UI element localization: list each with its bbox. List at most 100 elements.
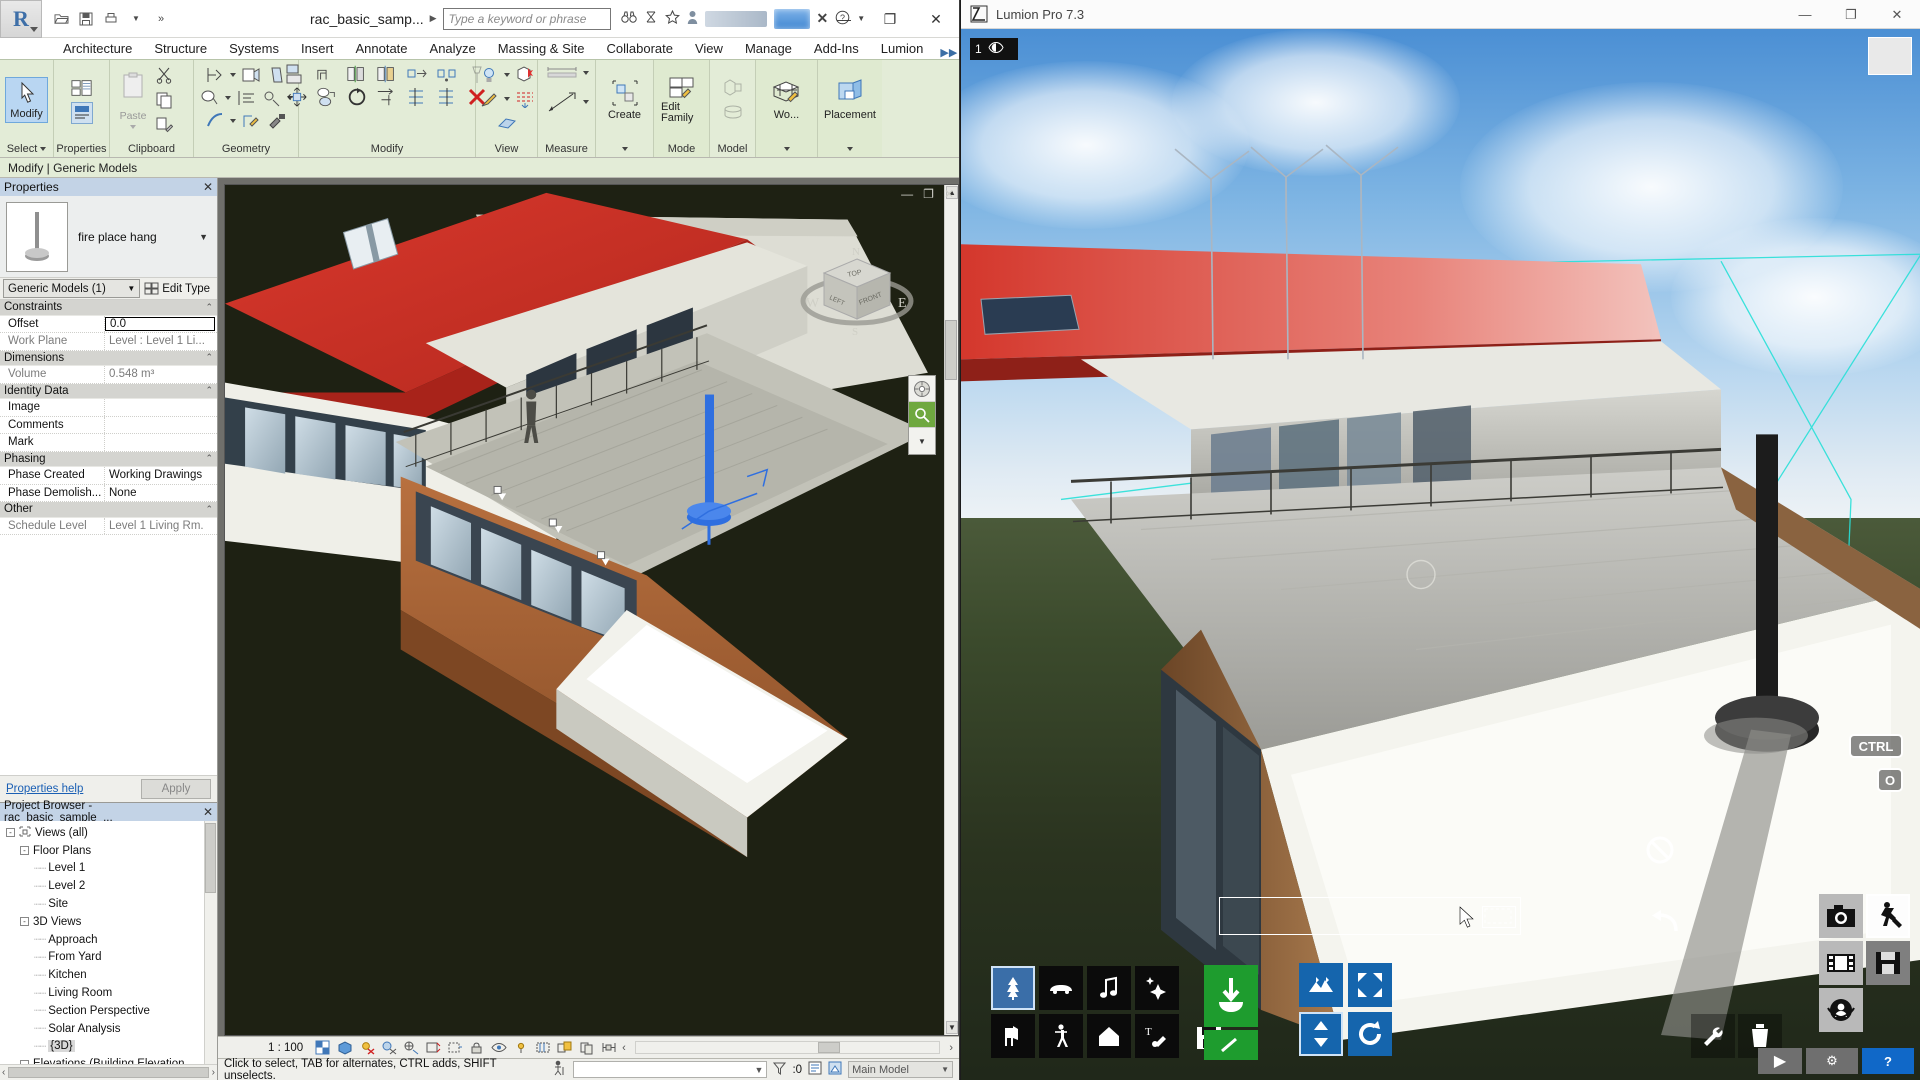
tree-item-level-1[interactable]: ┈┈ Level 1 <box>0 860 217 878</box>
account-name-label[interactable] <box>704 10 767 27</box>
analytical-model-icon[interactable] <box>534 1039 551 1056</box>
create-group-button[interactable]: Create <box>601 77 648 123</box>
tree-item-approach[interactable]: ┈┈ Approach <box>0 931 217 949</box>
tree-item-3d-views[interactable]: -3D Views <box>0 913 217 931</box>
transport-tab[interactable] <box>1039 966 1083 1010</box>
crop-region-icon[interactable] <box>424 1039 441 1056</box>
steering-wheel-icon[interactable] <box>909 376 935 402</box>
cut-icon[interactable] <box>153 64 175 86</box>
property-value[interactable]: 0.0 <box>105 316 215 331</box>
tree-item-kitchen[interactable]: ┈┈ Kitchen <box>0 966 217 984</box>
lumion-minimize-button[interactable]: — <box>1782 0 1828 29</box>
document-dropdown-icon[interactable]: ▶ <box>430 13 437 24</box>
qat-expand-icon[interactable]: » <box>150 8 172 30</box>
photo-mode-icon[interactable] <box>1819 894 1863 938</box>
tree-item-views-all[interactable]: - Views (all) <box>0 824 217 842</box>
copy-icon[interactable] <box>153 89 175 111</box>
mirror-draw-axis-icon[interactable] <box>376 63 398 85</box>
close-properties-icon[interactable]: ✕ <box>203 180 213 194</box>
hide-crop-icon[interactable] <box>446 1039 463 1056</box>
browser-horizontal-scrollbar[interactable]: ‹ › <box>0 1064 217 1080</box>
search-input[interactable]: Type a keyword or phrase <box>442 7 611 30</box>
effects-tab[interactable] <box>1135 966 1179 1010</box>
tree-expander-icon[interactable]: - <box>20 917 29 927</box>
model-in-place-icon[interactable] <box>722 76 744 98</box>
play-button[interactable]: ▶ <box>1758 1048 1802 1074</box>
tree-item-solar-analysis[interactable]: ┈┈ Solar Analysis <box>0 1020 217 1038</box>
marquee-select-icon[interactable] <box>1482 906 1516 928</box>
tab-add-ins[interactable]: Add-Ins <box>803 39 870 59</box>
copy-tool-icon[interactable] <box>316 86 338 108</box>
sound-tab[interactable] <box>1087 966 1131 1010</box>
tree-item-elevations-building-elevation[interactable]: -Elevations (Building Elevation <box>0 1055 217 1064</box>
tab-architecture[interactable]: Architecture <box>52 39 143 59</box>
scroll-down-icon[interactable]: ▼ <box>946 1021 958 1034</box>
tab-analyze[interactable]: Analyze <box>419 39 487 59</box>
measure-between-references-icon[interactable] <box>545 62 579 84</box>
align-icon[interactable] <box>235 87 257 109</box>
favorites-star-icon[interactable] <box>664 9 680 27</box>
people-tab[interactable] <box>1039 1014 1083 1058</box>
edit-profile-icon[interactable] <box>240 110 262 132</box>
minimize-button[interactable]: — <box>821 0 867 38</box>
property-value[interactable] <box>105 399 217 416</box>
project-browser-tree[interactable]: - Views (all) - Floor Plans ┈┈ Level 1 ┈┈ Level… <box>0 821 217 1064</box>
workset-selector[interactable]: Main Model ▼ <box>848 1061 953 1078</box>
collapse-icon[interactable]: ⌃ <box>205 453 217 464</box>
dimension-dropdown-icon[interactable] <box>582 100 589 104</box>
temporary-hide-isolate-icon[interactable] <box>490 1039 507 1056</box>
render-in-cloud-icon[interactable] <box>514 64 536 86</box>
help-button[interactable]: ? <box>1862 1048 1914 1074</box>
paint-icon[interactable] <box>199 87 221 109</box>
open-icon[interactable] <box>50 8 72 30</box>
help-community-icon[interactable] <box>644 10 658 27</box>
preview-thumbnail[interactable] <box>1868 37 1912 75</box>
visual-style-icon[interactable] <box>336 1039 353 1056</box>
extend-to-corner-icon[interactable] <box>376 86 398 108</box>
tab-annotate[interactable]: Annotate <box>344 39 418 59</box>
property-value[interactable] <box>105 434 217 451</box>
view-restore-icon[interactable]: ❐ <box>923 187 934 201</box>
movie-mode-icon[interactable] <box>1819 941 1863 985</box>
scroll-right-icon[interactable]: › <box>212 1067 215 1078</box>
close-button[interactable]: ✕ <box>913 0 959 38</box>
shadows-off-icon[interactable] <box>380 1039 397 1056</box>
viewport-vertical-scrollbar[interactable]: ▲ ▼ <box>944 185 958 1035</box>
no-entry-icon[interactable] <box>1645 835 1675 870</box>
tab-systems[interactable]: Systems <box>218 39 290 59</box>
trim-dropdown-icon[interactable] <box>230 119 236 123</box>
properties-palette-icon[interactable] <box>70 77 93 99</box>
view-close-icon[interactable]: ✕ <box>944 187 954 201</box>
placement-button[interactable]: Placement <box>822 77 878 123</box>
constraints-icon[interactable] <box>600 1039 617 1056</box>
wall-joins-icon[interactable] <box>266 110 288 132</box>
tab-structure[interactable]: Structure <box>143 39 218 59</box>
worksharing-display-icon[interactable] <box>578 1039 595 1056</box>
collapse-icon[interactable]: ⌃ <box>205 504 217 515</box>
property-mark[interactable]: Mark <box>0 434 217 452</box>
3d-viewport[interactable]: W E S N TOP LEFT FRONT ▼ — ❐ ✕ ▲ ▼ <box>224 184 959 1036</box>
rotate-tool-icon[interactable] <box>346 86 368 108</box>
split-face-icon[interactable] <box>266 64 288 86</box>
undo-icon[interactable] <box>1648 909 1680 940</box>
offset-tool-icon[interactable] <box>316 63 338 85</box>
edit-type-button[interactable]: Edit Type <box>144 282 214 295</box>
view-cube[interactable]: W E S N TOP LEFT FRONT <box>798 235 916 343</box>
close-project-browser-icon[interactable]: ✕ <box>203 805 213 819</box>
linework-dropdown-icon[interactable] <box>503 97 510 101</box>
collapse-icon[interactable]: ⌃ <box>205 302 217 313</box>
view-control-overflow-icon[interactable]: ‹ <box>622 1042 626 1054</box>
trim-extend-icon[interactable] <box>204 110 226 132</box>
size-tool[interactable] <box>1348 963 1392 1007</box>
view-minimize-icon[interactable]: — <box>901 187 913 201</box>
tree-expander-icon[interactable]: - <box>20 1059 29 1064</box>
browser-vertical-scrollbar[interactable] <box>204 821 217 1064</box>
create-panel-dropdown-icon[interactable] <box>621 146 628 151</box>
paste-icon[interactable] <box>120 72 146 107</box>
place-object-icon[interactable] <box>1204 965 1258 1027</box>
viewport-horizontal-scrollbar[interactable] <box>634 1041 941 1054</box>
model-group-icon[interactable] <box>722 102 744 124</box>
aligned-dimension-icon[interactable] <box>545 91 579 113</box>
lumion-close-button[interactable]: ✕ <box>1874 0 1920 29</box>
scrollbar-thumb[interactable] <box>205 823 216 893</box>
